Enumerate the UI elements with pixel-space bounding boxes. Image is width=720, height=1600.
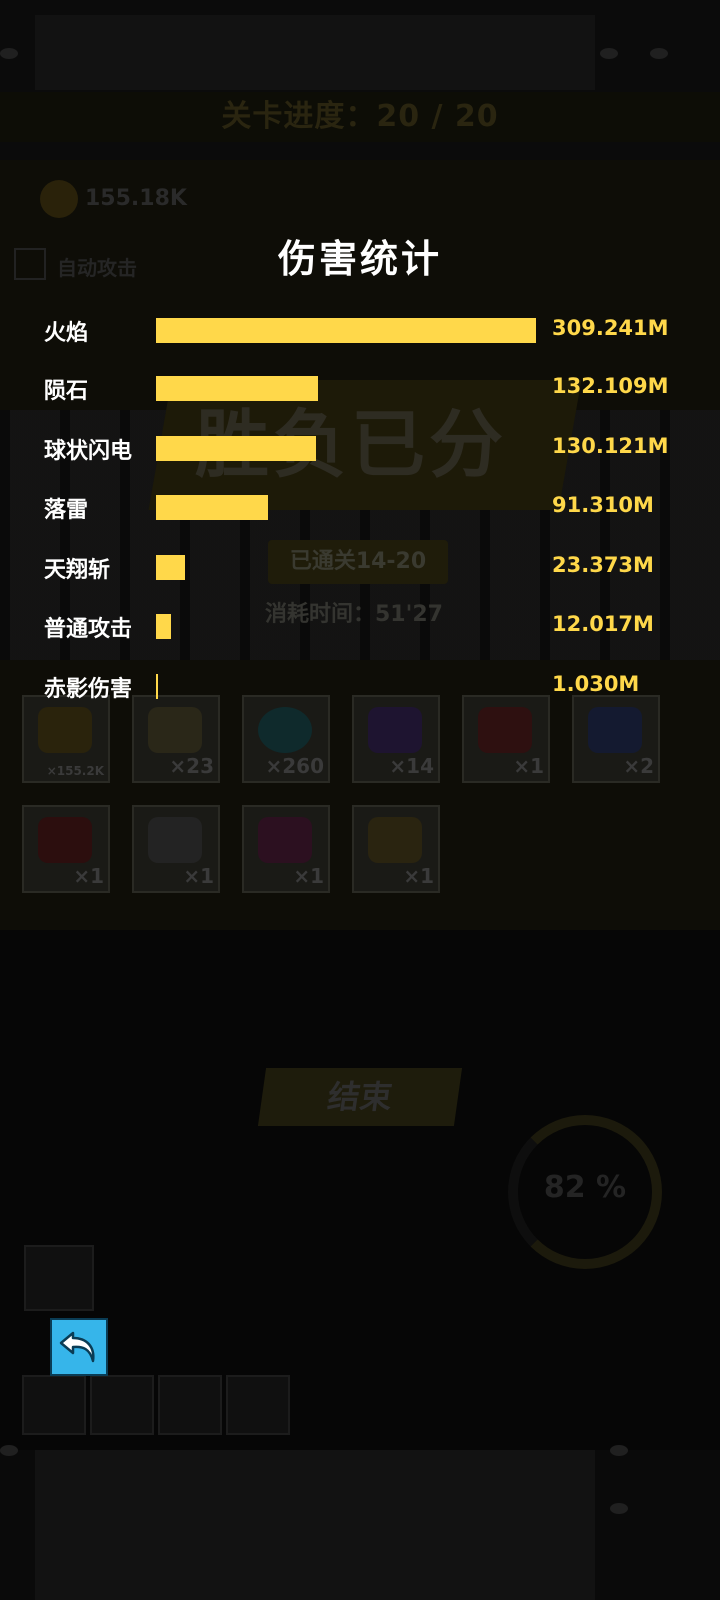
skill-name: 火焰 <box>44 321 89 346</box>
damage-bar <box>156 614 171 639</box>
damage-row: 火焰 309.241M <box>0 311 720 351</box>
damage-value: 132.109M <box>552 374 669 398</box>
skill-name: 赤影伤害 <box>44 677 133 702</box>
back-button[interactable] <box>50 1318 108 1376</box>
damage-row: 陨石 132.109M <box>0 369 720 409</box>
damage-stats-overlay: 伤害统计 火焰 309.241M 陨石 132.109M 球状闪电 130.12… <box>0 0 720 1600</box>
damage-row: 落雷 91.310M <box>0 488 720 528</box>
undo-arrow-icon <box>59 1331 95 1363</box>
damage-row: 普通攻击 12.017M <box>0 607 720 647</box>
damage-value: 309.241M <box>552 316 669 340</box>
damage-row: 赤影伤害 1.030M <box>0 667 720 707</box>
damage-bar <box>156 674 158 699</box>
panel-title: 伤害统计 <box>277 237 442 281</box>
damage-value: 130.121M <box>552 434 669 458</box>
skill-name: 普通攻击 <box>44 617 133 642</box>
damage-row: 天翔斩 23.373M <box>0 548 720 588</box>
skill-name: 陨石 <box>44 379 89 404</box>
damage-bar <box>156 318 536 343</box>
damage-row: 球状闪电 130.121M <box>0 429 720 469</box>
damage-value: 23.373M <box>552 553 654 577</box>
damage-value: 91.310M <box>552 493 654 517</box>
skill-name: 天翔斩 <box>44 558 111 583</box>
damage-bar <box>156 436 316 461</box>
damage-bar <box>156 495 268 520</box>
skill-name: 落雷 <box>44 498 89 523</box>
damage-value: 1.030M <box>552 672 640 696</box>
damage-value: 12.017M <box>552 612 654 636</box>
skill-name: 球状闪电 <box>44 439 133 464</box>
damage-bar <box>156 376 318 401</box>
damage-bar <box>156 555 185 580</box>
